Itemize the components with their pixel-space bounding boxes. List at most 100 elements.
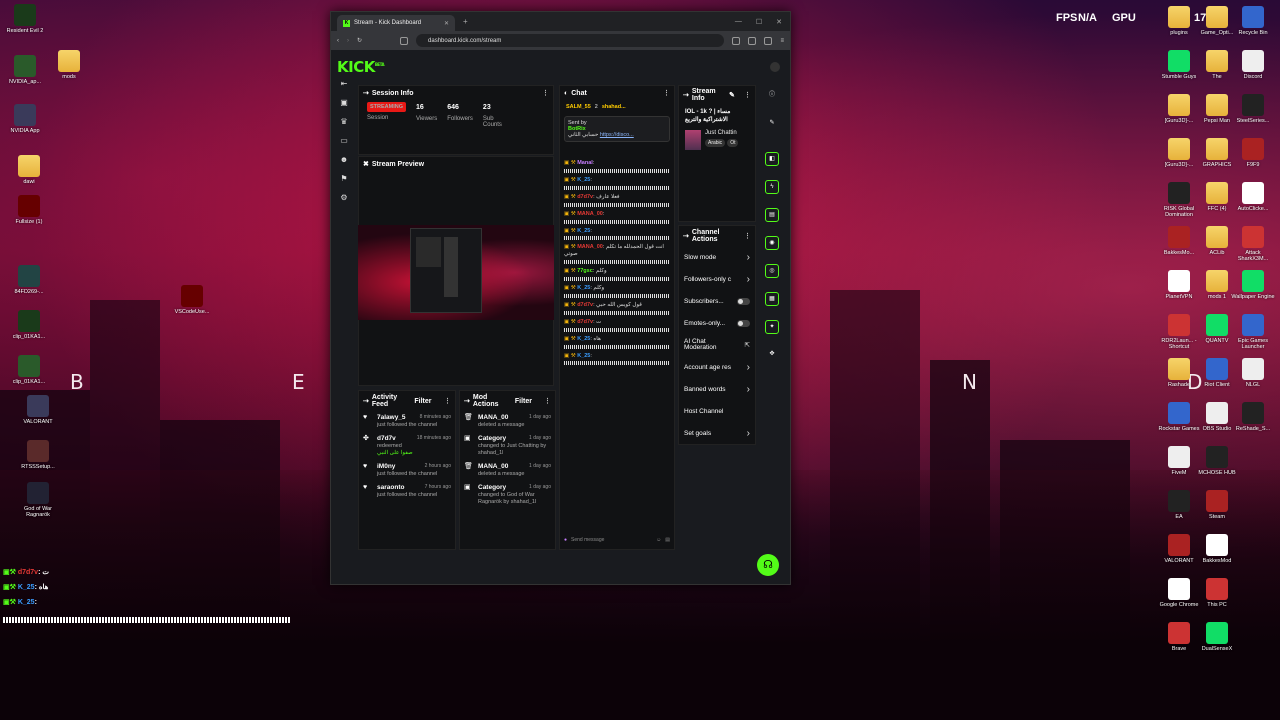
support-chat-icon[interactable]: ☊ [757,554,779,576]
toggle-switch[interactable] [737,297,750,305]
broadcast-icon[interactable]: ◎ [765,264,779,278]
forward-icon[interactable]: › [347,38,349,44]
chat-username[interactable]: K_25 [577,336,590,342]
toggle-switch[interactable] [737,319,750,327]
desktop-icon[interactable]: BakkesMod [1195,534,1239,564]
chat-username[interactable]: d7d7v [577,302,593,308]
chat-username[interactable]: Manal [577,160,593,166]
desktop-icon[interactable]: MCHOSE HUB [1195,446,1239,476]
desktop-icon[interactable]: 84FD269-... [7,265,51,295]
stream-info-more-icon[interactable]: ⋮ [744,91,751,99]
gift-icon[interactable]: ▤ [665,537,670,543]
edit-icon[interactable]: ✎ [729,91,735,99]
more-icon[interactable]: ⋮ [542,89,549,97]
chat-bubble-icon[interactable]: ◉ [765,236,779,250]
collapse-icon[interactable]: ⇤ [341,79,348,88]
activity-user[interactable]: 7alawy_5 [377,414,406,422]
desktop-icon[interactable]: NVIDIA App [3,104,47,134]
mod-action-user[interactable]: MANA_00 [478,414,508,422]
close-window-icon[interactable]: ✕ [776,18,782,26]
chat-username[interactable]: MANA_00 [577,244,603,250]
channel-action-item[interactable]: Slow mode › [679,246,755,268]
desktop-icon[interactable]: Epic Games Launcher [1231,314,1275,351]
stream-icon[interactable]: ▭ [340,136,348,145]
chat-username[interactable]: K_25 [577,353,590,359]
maximize-icon[interactable]: ☐ [756,18,762,26]
top-user[interactable]: SALM_55 [566,104,591,110]
desktop-icon[interactable]: Steam [1195,490,1239,520]
activity-more-icon[interactable]: ⋮ [444,397,451,405]
new-tab-icon[interactable]: + [463,17,468,26]
close-tab-icon[interactable]: ✕ [444,20,449,27]
minimize-icon[interactable]: — [735,18,742,26]
chat-username[interactable]: d7d7v [577,194,593,200]
channel-action-item[interactable]: Set goals › [679,422,755,444]
desktop-icon[interactable]: Recycle Bin [1231,6,1275,36]
mod-more-icon[interactable]: ⋮ [544,397,551,405]
channel-action-item[interactable]: Followers-only c › [679,268,755,290]
user-avatar[interactable] [770,62,780,72]
desktop-icon[interactable]: This PC [1195,578,1239,608]
widget-icon[interactable]: ◧ [765,152,779,166]
stream-preview-video[interactable] [358,225,554,320]
activity-user[interactable]: iM0ny [377,463,395,471]
chat-username[interactable]: MANA_00 [577,211,603,217]
desktop-icon[interactable]: VSCodeUse... [170,285,214,315]
desktop-icon[interactable]: mods [47,50,91,80]
channel-action-item[interactable]: Subscribers... [679,290,755,312]
bookmark-icon[interactable] [400,36,409,45]
desktop-icon[interactable]: DualSenseX [1195,622,1239,652]
emote-icon[interactable]: ☺ [656,537,661,543]
top-user[interactable]: shahad... [602,104,626,110]
tools-icon[interactable]: ⚑ [340,174,347,183]
trophy-icon[interactable]: ♛ [340,117,347,126]
chat-username[interactable]: d7d7v [577,319,593,325]
wallet-icon[interactable] [764,36,773,45]
desktop-icon[interactable]: NVIDIA_ap... [3,55,47,85]
desktop-icon[interactable]: AutoClicke... [1231,182,1275,212]
desktop-icon[interactable]: Wallpaper Engine [1231,270,1275,300]
channel-actions-more-icon[interactable]: ⋮ [744,232,751,240]
desktop-icon[interactable]: God of War Ragnarök [16,482,60,519]
desktop-icon[interactable]: ReShade_S... [1231,402,1275,432]
mic-icon[interactable]: ● [564,537,567,543]
wrench-icon[interactable]: ✦ [765,320,779,334]
channel-action-item[interactable]: Banned words › [679,378,755,400]
mod-action-user[interactable]: Category [478,484,506,492]
activity-filter-button[interactable]: Filter [414,398,431,405]
reload-icon[interactable]: ↻ [357,37,362,44]
chat-more-icon[interactable]: ⋮ [663,89,670,97]
desktop-icon[interactable]: Discord [1231,50,1275,80]
chat-username[interactable]: K_25 [577,285,590,291]
pencil-icon[interactable]: ✎ [765,117,779,131]
clipboard-icon[interactable]: ▤ [765,208,779,222]
desktop-icon[interactable]: Resident Evil 2 [3,4,47,34]
desktop-icon[interactable]: dawi [7,155,51,185]
desktop-icon[interactable]: clip_01KA1... [7,355,51,385]
lightning-icon[interactable]: ϟ [765,180,779,194]
info-icon[interactable]: ⓘ [765,89,779,103]
drag-handle-icon[interactable]: ✥ [765,348,779,362]
community-icon[interactable]: ☻ [340,155,348,164]
menu-icon[interactable]: ≡ [780,38,784,44]
channel-action-item[interactable]: Host Channel [679,400,755,422]
desktop-icon[interactable]: Attack SharkX3M... [1231,226,1275,263]
channel-action-item[interactable]: AI Chat Moderation ⇱ [679,334,755,356]
settings-icon[interactable]: ⚙ [340,193,347,202]
desktop-icon[interactable]: F9F9 [1231,138,1275,168]
tab-stream[interactable]: K Stream - Kick Dashboard ✕ [337,15,455,31]
mod-action-user[interactable]: Category [478,435,506,443]
desktop-icon[interactable]: RTSSSetup... [16,440,60,470]
desktop-icon[interactable]: SteelSeries... [1231,94,1275,124]
dashboard-icon[interactable]: ▣ [340,98,348,107]
sidebar-icon[interactable] [748,36,757,45]
mod-action-user[interactable]: MANA_00 [478,463,508,471]
desktop-icon[interactable]: clip_01KA1... [7,310,51,340]
desktop-icon[interactable]: VALORANT [16,395,60,425]
chat-username[interactable]: K_25 [577,177,590,183]
activity-user[interactable]: saraonto [377,484,404,492]
desktop-icon[interactable]: NLGL [1231,358,1275,388]
extension-icon[interactable] [732,36,741,45]
chat-input[interactable]: Send message [571,537,652,543]
channel-action-item[interactable]: Account age res › [679,356,755,378]
